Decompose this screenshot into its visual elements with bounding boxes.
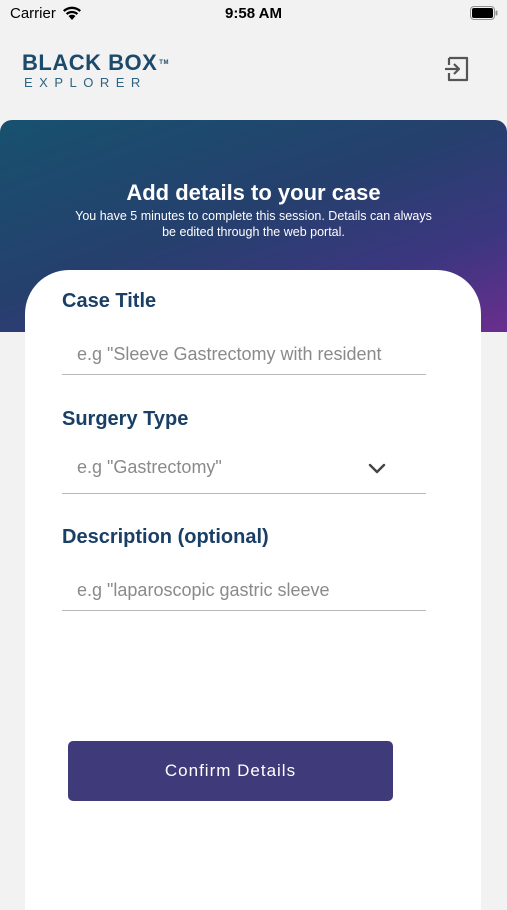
logo-trademark: TM: [159, 60, 169, 66]
case-title-input[interactable]: [62, 335, 426, 375]
surgery-type-placeholder: e.g "Gastrectomy": [77, 457, 222, 477]
exit-icon[interactable]: [442, 54, 472, 84]
surgery-type-select[interactable]: e.g "Gastrectomy": [62, 447, 426, 494]
logo-sub-text: EXPLORER: [24, 75, 147, 90]
surgery-type-label: Surgery Type: [62, 408, 189, 430]
case-details-card: Case Title Surgery Type e.g "Gastrectomy…: [25, 270, 481, 910]
logo-main-text: BLACK BOX: [22, 50, 158, 75]
description-label: Description (optional): [62, 526, 269, 548]
chevron-down-icon: [368, 463, 386, 474]
app-logo: BLACK BOX TM EXPLORER: [22, 50, 182, 94]
description-input[interactable]: [62, 571, 426, 611]
battery-icon: [470, 6, 498, 20]
hero-title: Add details to your case: [126, 180, 381, 205]
status-time: 9:58 AM: [225, 5, 282, 22]
confirm-details-button[interactable]: Confirm Details: [68, 741, 393, 801]
case-title-label: Case Title: [62, 290, 157, 312]
hero-subtitle: You have 5 minutes to complete this sess…: [75, 209, 432, 239]
status-bar: Carrier 9:58 AM: [0, 0, 507, 30]
